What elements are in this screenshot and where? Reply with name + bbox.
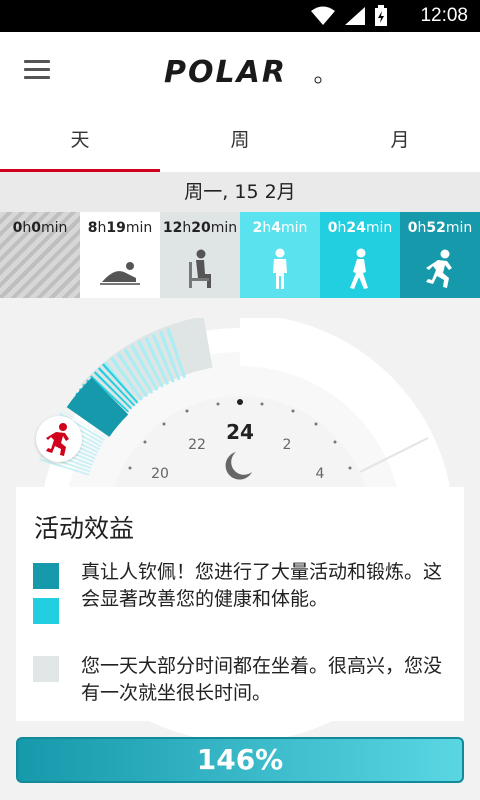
- lying-icon: [100, 262, 140, 285]
- battery-icon: [375, 5, 387, 26]
- app-bar: POLAR: [0, 32, 480, 110]
- polar-logo: POLAR: [164, 55, 322, 90]
- walking-icon: [350, 248, 368, 289]
- clock-label-24: 24: [226, 420, 254, 444]
- duration-label: 0h0min: [12, 220, 68, 236]
- status-icons: [310, 5, 388, 27]
- duration-label: 0h24min: [327, 220, 393, 236]
- activity-level-walking[interactable]: 0h24min: [320, 212, 400, 298]
- legend-swatch-running: [33, 563, 59, 589]
- duration-label: 0h52min: [407, 220, 473, 236]
- running-segment: [66, 377, 129, 438]
- activity-benefit-card: 活动效益 真让人钦佩！您进行了大量活动和锻炼。这会显著改善您的健康和体能。 您一…: [16, 487, 464, 721]
- clock-label-4: 4: [316, 466, 325, 482]
- tab-day[interactable]: 天: [0, 110, 160, 172]
- running-badge-icon[interactable]: [36, 416, 82, 462]
- card-title: 活动效益: [34, 514, 135, 543]
- activity-level-running[interactable]: 0h52min: [400, 212, 480, 298]
- activity-level-lying[interactable]: 8h19min: [80, 212, 160, 298]
- status-bar: 12:08: [0, 0, 480, 32]
- clock-label-20: 20: [151, 466, 169, 482]
- duration-label: 12h20min: [162, 220, 238, 236]
- running-icon: [426, 249, 452, 288]
- clock-label-2: 2: [283, 437, 292, 453]
- daily-goal-progress[interactable]: 146%: [16, 737, 464, 783]
- hamburger-menu-icon[interactable]: [24, 60, 50, 80]
- signal-icon: [345, 7, 365, 25]
- tab-week[interactable]: 周: [160, 110, 320, 172]
- standing-icon: [273, 248, 287, 289]
- wifi-icon: [311, 6, 335, 25]
- activity-level-sitting[interactable]: 12h20min: [160, 212, 240, 298]
- status-time: 12:08: [420, 5, 468, 26]
- period-tabs: 天 周 月: [0, 110, 480, 172]
- card-pointer: [226, 721, 246, 733]
- logo-text: POLAR: [164, 55, 287, 90]
- sitting-icon: [189, 249, 211, 288]
- activity-summary: 0h0min 8h19min 12h20min 2h4min 0h24min 0…: [0, 212, 480, 298]
- activity-level-standing[interactable]: 2h4min: [240, 212, 320, 298]
- legend-swatch-walking: [33, 598, 59, 624]
- date-label: 周一, 15 2月: [0, 172, 480, 212]
- tab-month[interactable]: 月: [320, 110, 480, 172]
- legend-swatch-sitting: [33, 656, 59, 682]
- benefit-message-active: 真让人钦佩！您进行了大量活动和锻炼。这会显著改善您的健康和体能。: [81, 561, 443, 610]
- benefit-message-sitting: 您一天大部分时间都在坐着。很高兴，您没有一次就坐很长时间。: [81, 655, 443, 704]
- activity-level-none[interactable]: 0h0min: [0, 212, 80, 298]
- clock-label-22: 22: [188, 437, 206, 453]
- duration-label: 2h4min: [252, 220, 308, 236]
- duration-label: 8h19min: [87, 220, 153, 236]
